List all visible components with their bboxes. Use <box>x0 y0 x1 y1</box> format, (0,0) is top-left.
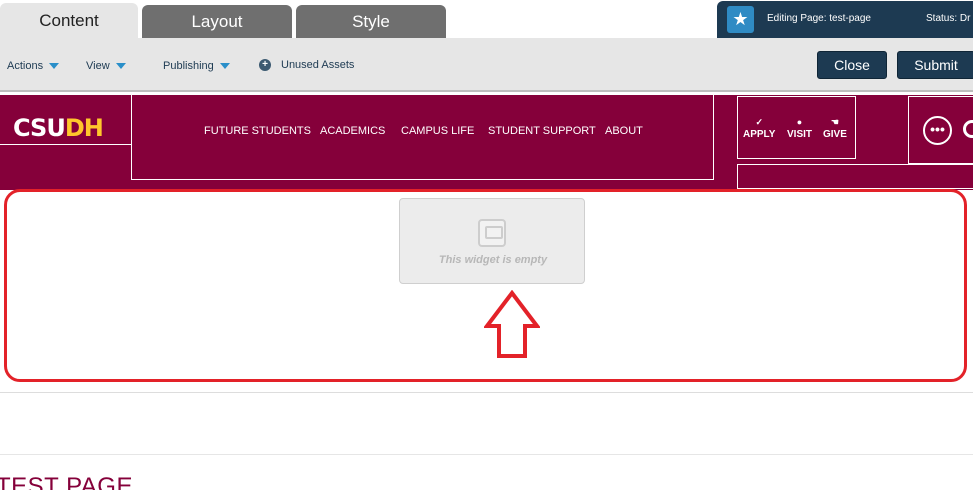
header-subbar <box>737 164 973 189</box>
chevron-down-icon <box>115 63 126 69</box>
page-root: Content Layout Style ★ Editing Page: tes… <box>0 0 973 490</box>
nav-item-campus-life[interactable]: CAMPUS LIFE <box>401 125 474 137</box>
nav-item-about[interactable]: ABOUT <box>605 125 643 137</box>
divider <box>0 392 973 393</box>
nav-item-academics[interactable]: ACADEMICS <box>320 125 385 137</box>
actions-menu[interactable]: Actions <box>7 60 60 72</box>
site-header: CSUDH FUTURE STUDENTS ACADEMICS CAMPUS L… <box>0 95 973 190</box>
chevron-down-icon <box>219 63 230 69</box>
quick-link-visit[interactable]: ● VISIT <box>787 117 812 140</box>
page-status-bar: ★ Editing Page: test-page Status: Dr <box>717 1 973 38</box>
status-label: Status: Dr <box>926 13 971 24</box>
logo-dh: DH <box>64 114 104 142</box>
site-logo[interactable]: CSUDH <box>13 114 104 142</box>
quick-link-apply[interactable]: ✓ APPLY <box>743 117 775 140</box>
star-icon[interactable]: ★ <box>727 6 754 33</box>
close-button[interactable]: Close <box>817 51 887 79</box>
publishing-label: Publishing <box>163 60 214 72</box>
map-pin-icon: ● <box>796 117 803 127</box>
main-nav: FUTURE STUDENTS ACADEMICS CAMPUS LIFE ST… <box>131 95 714 180</box>
empty-widget-text: This widget is empty <box>438 254 548 266</box>
hand-icon: ☚ <box>830 117 839 127</box>
divider <box>0 454 973 455</box>
search-icon[interactable] <box>963 120 973 138</box>
add-circle-icon: + <box>259 59 271 71</box>
up-arrow-icon <box>484 290 540 358</box>
quick-link-label: GIVE <box>823 129 847 140</box>
logo-container: CSUDH <box>0 95 132 145</box>
quick-link-give[interactable]: ☚ GIVE <box>823 117 847 140</box>
editor-toolbar: Actions View Publishing + Unused Assets … <box>0 38 973 92</box>
page-title: TEST PAGE <box>0 473 133 490</box>
unused-assets-button[interactable]: + Unused Assets <box>259 59 354 71</box>
tab-content[interactable]: Content <box>0 3 138 38</box>
tab-bar: Content Layout Style ★ Editing Page: tes… <box>0 0 973 38</box>
nav-item-student-support[interactable]: STUDENT SUPPORT <box>488 125 596 137</box>
header-tools: ••• <box>908 96 973 164</box>
editing-page-label: Editing Page: test-page <box>767 13 871 24</box>
empty-widget[interactable]: This widget is empty <box>399 198 585 284</box>
checkmark-icon: ✓ <box>755 117 763 127</box>
submit-button[interactable]: Submit <box>897 51 973 79</box>
tab-layout[interactable]: Layout <box>142 5 292 38</box>
quick-link-label: VISIT <box>787 129 813 140</box>
tab-style[interactable]: Style <box>296 5 446 38</box>
chevron-down-icon <box>49 63 60 69</box>
more-icon[interactable]: ••• <box>923 116 952 145</box>
publishing-menu[interactable]: Publishing <box>163 60 230 72</box>
actions-label: Actions <box>7 60 44 72</box>
quick-link-label: APPLY <box>743 129 776 140</box>
nav-item-future-students[interactable]: FUTURE STUDENTS <box>204 125 311 137</box>
unused-assets-label: Unused Assets <box>281 59 355 71</box>
chat-bubble-icon <box>478 219 506 247</box>
logo-csu: CSU <box>13 114 66 142</box>
view-label: View <box>86 60 110 72</box>
view-menu[interactable]: View <box>86 60 126 72</box>
quick-links: ✓ APPLY ● VISIT ☚ GIVE <box>737 96 856 159</box>
